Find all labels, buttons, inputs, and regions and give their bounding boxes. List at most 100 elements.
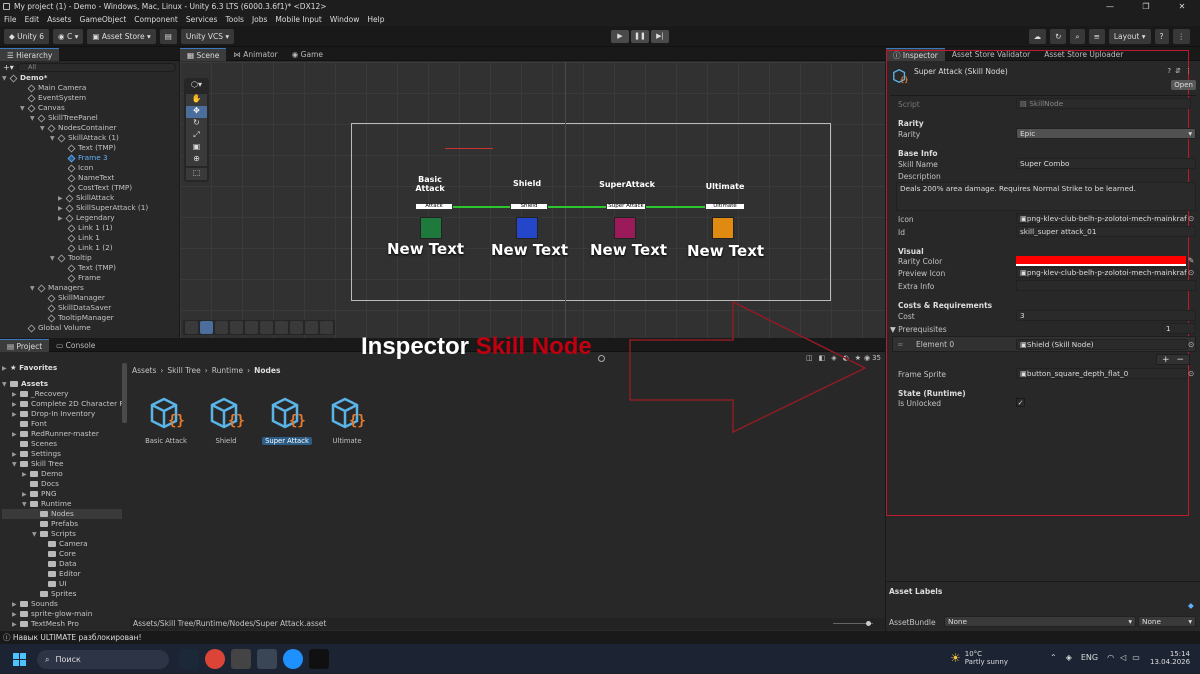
hierarchy-item[interactable]: Frame xyxy=(2,273,179,283)
taskbar-search[interactable]: ⌕ Поиск xyxy=(37,650,169,669)
open-button[interactable]: Open xyxy=(1171,80,1196,90)
language-indicator[interactable]: ENG xyxy=(1081,653,1098,662)
menu-component[interactable]: Component xyxy=(130,13,182,26)
folder-item[interactable]: Editor xyxy=(2,569,122,579)
hierarchy-item[interactable]: Text (TMP) xyxy=(2,263,179,273)
hierarchy-item[interactable]: Text (TMP) xyxy=(2,143,179,153)
hierarchy-item[interactable]: SkillDataSaver xyxy=(2,303,179,313)
hierarchy-item[interactable]: ▼ Tooltip xyxy=(2,253,179,263)
breadcrumb-item[interactable]: Assets xyxy=(132,366,156,375)
hierarchy-item[interactable]: EventSystem xyxy=(2,93,179,103)
rect-tool-icon[interactable]: ▣ xyxy=(186,142,207,154)
chrome-icon[interactable] xyxy=(205,649,225,669)
scene-root[interactable]: ▼ Demo* xyxy=(2,73,179,83)
battery-icon[interactable]: ▭ xyxy=(1132,653,1140,662)
folder-item[interactable]: ▼ Skill Tree xyxy=(2,459,122,469)
assetbundle-variant-dropdown[interactable]: None ▾ xyxy=(1138,616,1196,627)
hierarchy-item[interactable]: Link 1 xyxy=(2,233,179,243)
icon-field[interactable]: ▣png-klev-club-belh-p-zolotoi-mech-maink… xyxy=(1016,213,1188,224)
folder-item[interactable]: ▶ Complete 2D Character Fr xyxy=(2,399,126,409)
steam-icon[interactable] xyxy=(179,649,199,669)
hierarchy-item-selected[interactable]: Frame 3 xyxy=(2,153,179,163)
prerequisites-count[interactable]: 1 xyxy=(1162,323,1196,334)
menu-tools[interactable]: Tools xyxy=(221,13,247,26)
description-textarea[interactable]: Deals 200% area damage. Requires Normal … xyxy=(896,182,1196,211)
eyedropper-icon[interactable]: ✎ xyxy=(1188,256,1194,265)
label-tag-icon[interactable]: ◆ xyxy=(1188,601,1194,610)
breadcrumb-item[interactable]: Runtime xyxy=(212,366,243,375)
play-button[interactable]: ▶ xyxy=(611,30,629,43)
volume-icon[interactable]: ◁ xyxy=(1120,653,1126,662)
hierarchy-item[interactable]: ▼ SkillTreePanel xyxy=(2,113,179,123)
clock[interactable]: 15:14 13.04.2026 xyxy=(1150,650,1190,666)
folder-item[interactable]: Camera xyxy=(2,539,122,549)
rotate-tool-icon[interactable]: ↻ xyxy=(186,118,207,130)
object-picker-icon[interactable]: ⊙ xyxy=(1188,268,1194,277)
folder-item[interactable]: ▶ Drop-In Inventory xyxy=(2,409,122,419)
assetbundle-dropdown[interactable]: None ▾ xyxy=(944,616,1136,627)
browser-icon[interactable] xyxy=(283,649,303,669)
folder-item[interactable]: ▶ Demo xyxy=(2,469,122,479)
menu-help[interactable]: Help xyxy=(363,13,388,26)
account-dropdown[interactable]: ◉ C ▾ xyxy=(53,29,84,44)
windows-start-icon[interactable] xyxy=(13,653,26,666)
menu-mobile-input[interactable]: Mobile Input xyxy=(271,13,325,26)
menu-services[interactable]: Services xyxy=(182,13,222,26)
grid-snap-icon[interactable] xyxy=(215,321,228,334)
shield-tray-icon[interactable]: ◈ xyxy=(1066,653,1072,662)
framesprite-field[interactable]: ▣button_square_depth_flat_0 xyxy=(1016,368,1188,379)
isunlocked-checkbox[interactable]: ✓ xyxy=(1016,398,1025,407)
cost-input[interactable]: 3 xyxy=(1016,310,1196,321)
zoom-slider-handle[interactable] xyxy=(866,621,871,626)
hierarchy-item[interactable]: Link 1 (1) xyxy=(2,223,179,233)
transform-tool-icon[interactable]: ⊕ xyxy=(186,154,207,166)
skillname-input[interactable]: Super Combo xyxy=(1016,158,1196,169)
hand-tool-icon[interactable]: ✋ xyxy=(186,94,207,106)
folder-item[interactable]: ▼ Runtime xyxy=(2,499,122,509)
camera-icon[interactable] xyxy=(290,321,303,334)
breadcrumb-item[interactable]: Nodes xyxy=(254,366,280,375)
asset-super-attack-selected[interactable]: {} Super Attack xyxy=(257,395,317,445)
hierarchy-item[interactable]: ▼ Managers xyxy=(2,283,179,293)
pivot-icon[interactable] xyxy=(185,321,198,334)
element-field[interactable]: ▣Shield (Skill Node) xyxy=(1016,339,1188,350)
tree-scrollbar[interactable] xyxy=(122,363,127,423)
step-button[interactable]: ▶| xyxy=(651,30,669,43)
minimize-button[interactable]: — xyxy=(1092,2,1128,11)
more-icon[interactable]: ⋮ xyxy=(1185,67,1192,75)
hierarchy-item[interactable]: TooltipManager xyxy=(2,313,179,323)
folder-item[interactable]: Core xyxy=(2,549,122,559)
effects-icon[interactable] xyxy=(275,321,288,334)
prerequisites-foldout[interactable]: ▼ Prerequisites xyxy=(890,325,947,334)
status-message[interactable]: Навык ULTIMATE разблокирован! xyxy=(13,633,142,642)
hierarchy-item[interactable]: ▶ SkillSuperAttack (1) xyxy=(2,203,179,213)
layout-dropdown[interactable]: Layout ▾ xyxy=(1108,29,1151,44)
folder-item[interactable]: Prefabs xyxy=(2,519,122,529)
asset-basic-attack[interactable]: {} Basic Attack xyxy=(136,395,196,445)
folder-item[interactable]: ▶ Sounds xyxy=(2,599,122,609)
hierarchy-item[interactable]: ▼ Canvas xyxy=(2,103,179,113)
weather-widget[interactable]: ☀ 10°C Partly sunny xyxy=(950,650,1008,666)
unity-editor-icon[interactable] xyxy=(257,649,277,669)
folder-item[interactable]: ▶ _Recovery xyxy=(2,389,122,399)
object-picker-icon[interactable]: ⊙ xyxy=(1188,340,1194,349)
folder-item[interactable]: ▶ TextMesh Pro xyxy=(2,619,122,629)
folder-item[interactable]: ▶ PNG xyxy=(2,489,122,499)
version-control-button[interactable]: Unity VCS ▾ xyxy=(180,29,235,44)
folder-item[interactable]: Sprites xyxy=(2,589,122,599)
menu-file[interactable]: File xyxy=(0,13,21,26)
search-icon[interactable]: ⌕ xyxy=(1070,29,1085,44)
wifi-icon[interactable]: ◠ xyxy=(1107,653,1114,662)
view-2d-icon[interactable] xyxy=(230,321,243,334)
hierarchy-item[interactable]: Global Volume xyxy=(2,323,179,333)
object-picker-icon[interactable]: ⊙ xyxy=(1188,214,1194,223)
cloud-icon[interactable]: ☁ xyxy=(1028,29,1047,44)
scale-tool-icon[interactable]: ⤢ xyxy=(186,130,207,142)
preview-icon-field[interactable]: ▣png-klev-club-belh-p-zolotoi-mech-maink… xyxy=(1016,267,1188,278)
search-icon[interactable] xyxy=(598,355,605,362)
folder-item[interactable]: ▶ RedRunner-master xyxy=(2,429,122,439)
hierarchy-item[interactable]: ▶ SkillAttack xyxy=(2,193,179,203)
hierarchy-item[interactable]: SkillManager xyxy=(2,293,179,303)
audio-icon[interactable] xyxy=(260,321,273,334)
asset-ultimate[interactable]: {} Ultimate xyxy=(317,395,377,445)
